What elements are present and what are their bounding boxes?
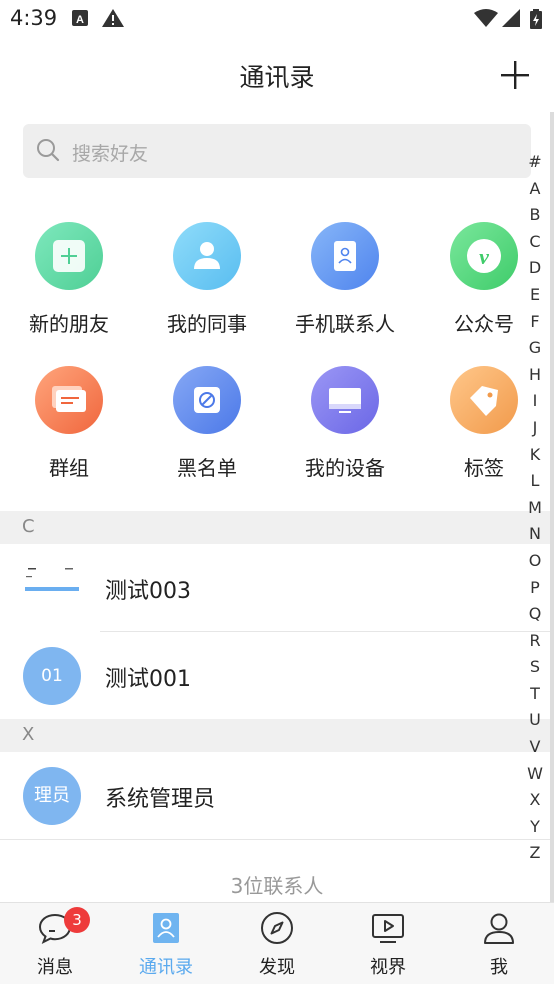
index-letter[interactable]: F	[522, 312, 548, 339]
monitor-icon	[311, 366, 379, 434]
tab-vision[interactable]: 视界	[333, 903, 443, 984]
status-time: 4:39	[10, 6, 58, 30]
battery-icon	[530, 9, 542, 33]
cell-signal-icon	[502, 9, 520, 31]
person-icon	[173, 222, 241, 290]
index-letter[interactable]: U	[522, 710, 548, 737]
svg-text:v: v	[479, 244, 489, 269]
chat-bubbles-icon	[35, 366, 103, 434]
index-letter[interactable]: V	[522, 737, 548, 764]
tab-label: 我	[490, 957, 508, 978]
profile-icon	[482, 911, 516, 945]
index-letter[interactable]: N	[522, 524, 548, 551]
font-notification-icon: A	[72, 9, 88, 31]
tab-messages[interactable]: 3 消息	[0, 903, 110, 984]
index-letter[interactable]: S	[522, 657, 548, 684]
avatar: 01	[23, 647, 81, 705]
contact-card-icon	[311, 222, 379, 290]
add-icon[interactable]	[500, 60, 530, 90]
contact-name: 系统管理员	[105, 787, 216, 812]
index-letter[interactable]: K	[522, 445, 548, 472]
new-friends-label: 新的朋友	[29, 312, 109, 336]
index-letter[interactable]: T	[522, 684, 548, 711]
section-letter: X	[22, 724, 35, 745]
index-letter[interactable]: H	[522, 365, 548, 392]
blacklist-label: 黑名单	[177, 456, 237, 480]
tab-me[interactable]: 我	[444, 903, 554, 984]
plus-icon	[35, 222, 103, 290]
index-letter[interactable]: A	[522, 179, 548, 206]
tab-label: 通讯录	[139, 957, 193, 978]
groups-item[interactable]: 群组	[0, 366, 138, 481]
my-devices-label: 我的设备	[305, 456, 385, 480]
avatar	[23, 566, 81, 596]
index-letter[interactable]: D	[522, 258, 548, 285]
section-letter: C	[22, 516, 35, 537]
status-bar: 4:39 A	[0, 0, 554, 40]
index-letter[interactable]: #	[522, 152, 548, 179]
index-letter[interactable]: X	[522, 790, 548, 817]
tab-contacts[interactable]: 通讯录	[111, 903, 221, 984]
index-letter[interactable]: C	[522, 232, 548, 259]
tab-label: 发现	[259, 957, 295, 978]
avatar: 理员	[23, 767, 81, 825]
section-header-c: C	[0, 511, 554, 544]
unread-badge: 3	[64, 907, 90, 933]
search-placeholder: 搜索好友	[72, 143, 149, 165]
tab-label: 视界	[370, 957, 406, 978]
colleagues-label: 我的同事	[167, 312, 247, 336]
contact-row[interactable]: 01 测试001	[0, 632, 554, 720]
index-letter[interactable]: L	[522, 471, 548, 498]
blacklist-item[interactable]: 黑名单	[138, 366, 276, 481]
index-letter[interactable]: B	[522, 205, 548, 232]
index-letter[interactable]: E	[522, 285, 548, 312]
bottom-tab-bar: 3 消息 通讯录 发现 视界 我	[0, 902, 554, 984]
search-icon	[36, 138, 60, 166]
index-letter[interactable]: Y	[522, 817, 548, 844]
index-letter[interactable]: I	[522, 391, 548, 418]
scrollbar[interactable]	[550, 112, 554, 902]
index-letter[interactable]: Z	[522, 843, 548, 870]
alphabet-index[interactable]: # A B C D E F G H I J K L M N O P Q R S T U V W X Y Z	[522, 152, 548, 870]
index-letter[interactable]: G	[522, 338, 548, 365]
contact-row[interactable]: 理员 系统管理员	[0, 752, 554, 840]
phone-contacts-item[interactable]: 手机联系人	[276, 222, 414, 337]
index-letter[interactable]: Q	[522, 604, 548, 631]
index-letter[interactable]: W	[522, 764, 548, 791]
index-letter[interactable]: R	[522, 631, 548, 658]
block-icon	[173, 366, 241, 434]
groups-label: 群组	[49, 456, 89, 480]
phone-contacts-label: 手机联系人	[295, 312, 395, 336]
video-icon	[371, 911, 405, 945]
contacts-icon	[149, 911, 183, 945]
svg-text:A: A	[76, 14, 84, 26]
section-header-x: X	[0, 719, 554, 752]
title-bar: 通讯录	[0, 40, 554, 112]
compass-icon	[260, 911, 294, 945]
new-friends-item[interactable]: 新的朋友	[0, 222, 138, 337]
warning-icon	[102, 9, 124, 31]
tag-icon	[450, 366, 518, 434]
index-letter[interactable]: O	[522, 551, 548, 578]
tab-discover[interactable]: 发现	[222, 903, 332, 984]
wifi-icon	[474, 9, 498, 31]
contact-row[interactable]: 测试003	[0, 544, 554, 632]
my-devices-item[interactable]: 我的设备	[276, 366, 414, 481]
contact-name: 测试003	[105, 579, 191, 604]
index-letter[interactable]: J	[522, 418, 548, 445]
search-input[interactable]: 搜索好友	[23, 124, 531, 178]
page-title: 通讯录	[239, 63, 315, 92]
colleagues-item[interactable]: 我的同事	[138, 222, 276, 337]
index-letter[interactable]: P	[522, 578, 548, 605]
index-letter[interactable]: M	[522, 498, 548, 525]
divider	[0, 839, 554, 840]
contact-name: 测试001	[105, 667, 191, 692]
v-icon: v	[450, 222, 518, 290]
contact-count: 3位联系人	[230, 874, 324, 898]
tab-label: 消息	[37, 957, 73, 978]
